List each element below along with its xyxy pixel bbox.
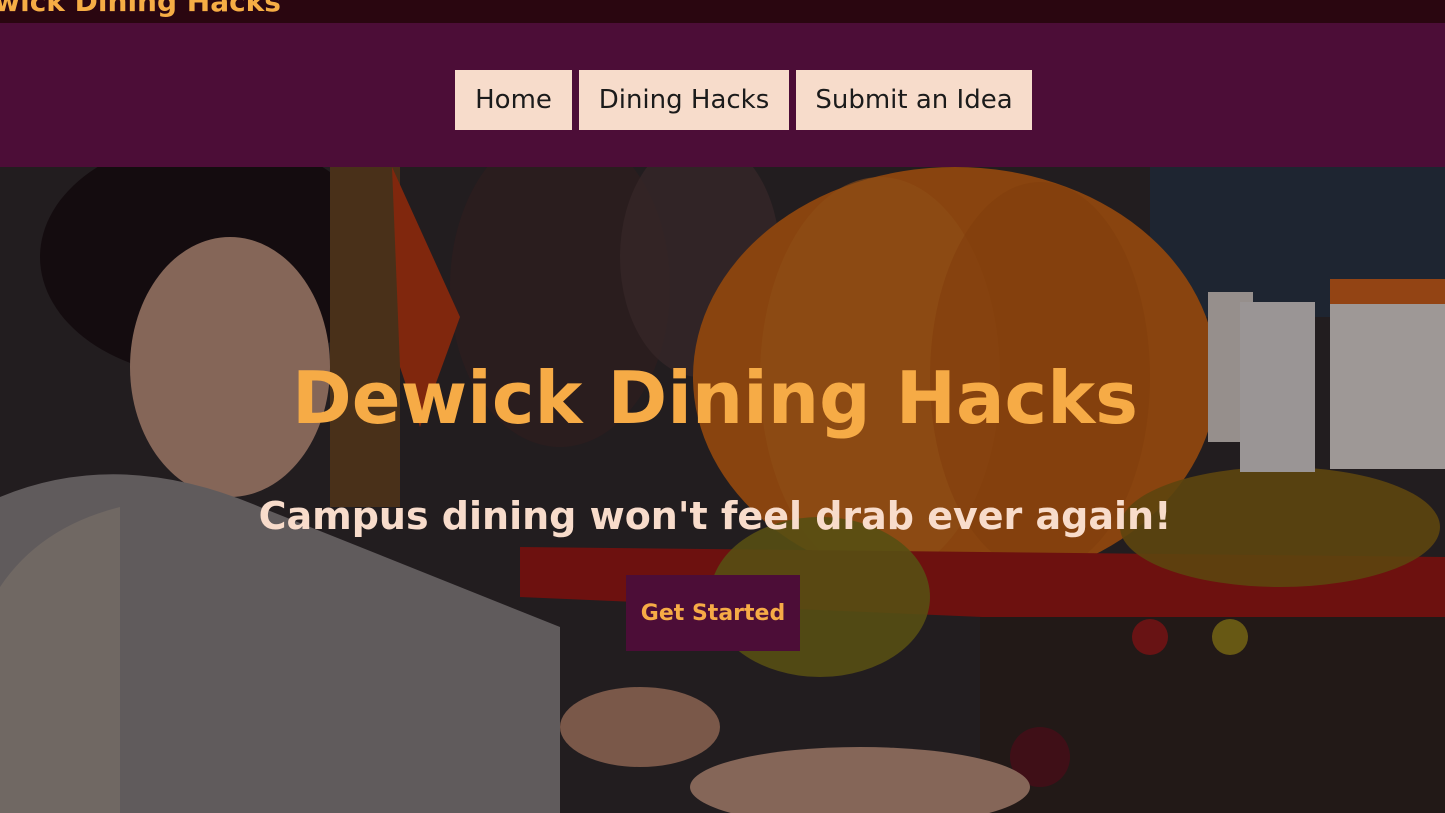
hero-overlay <box>0 167 1445 813</box>
top-strip: Dewick Dining Hacks <box>0 0 1445 23</box>
nav-dining-hacks-button[interactable]: Dining Hacks <box>579 70 789 130</box>
site-title: Dewick Dining Hacks <box>0 0 281 18</box>
hero-subtitle: Campus dining won't feel drab ever again… <box>258 494 1172 538</box>
get-started-button[interactable]: Get Started <box>626 575 800 651</box>
nav-home-button[interactable]: Home <box>455 70 572 130</box>
navbar: Home Dining Hacks Submit an Idea <box>0 23 1445 167</box>
hero-section: Dewick Dining Hacks Campus dining won't … <box>0 167 1445 813</box>
nav-submit-idea-button[interactable]: Submit an Idea <box>796 70 1032 130</box>
hero-title: Dewick Dining Hacks <box>292 356 1138 440</box>
